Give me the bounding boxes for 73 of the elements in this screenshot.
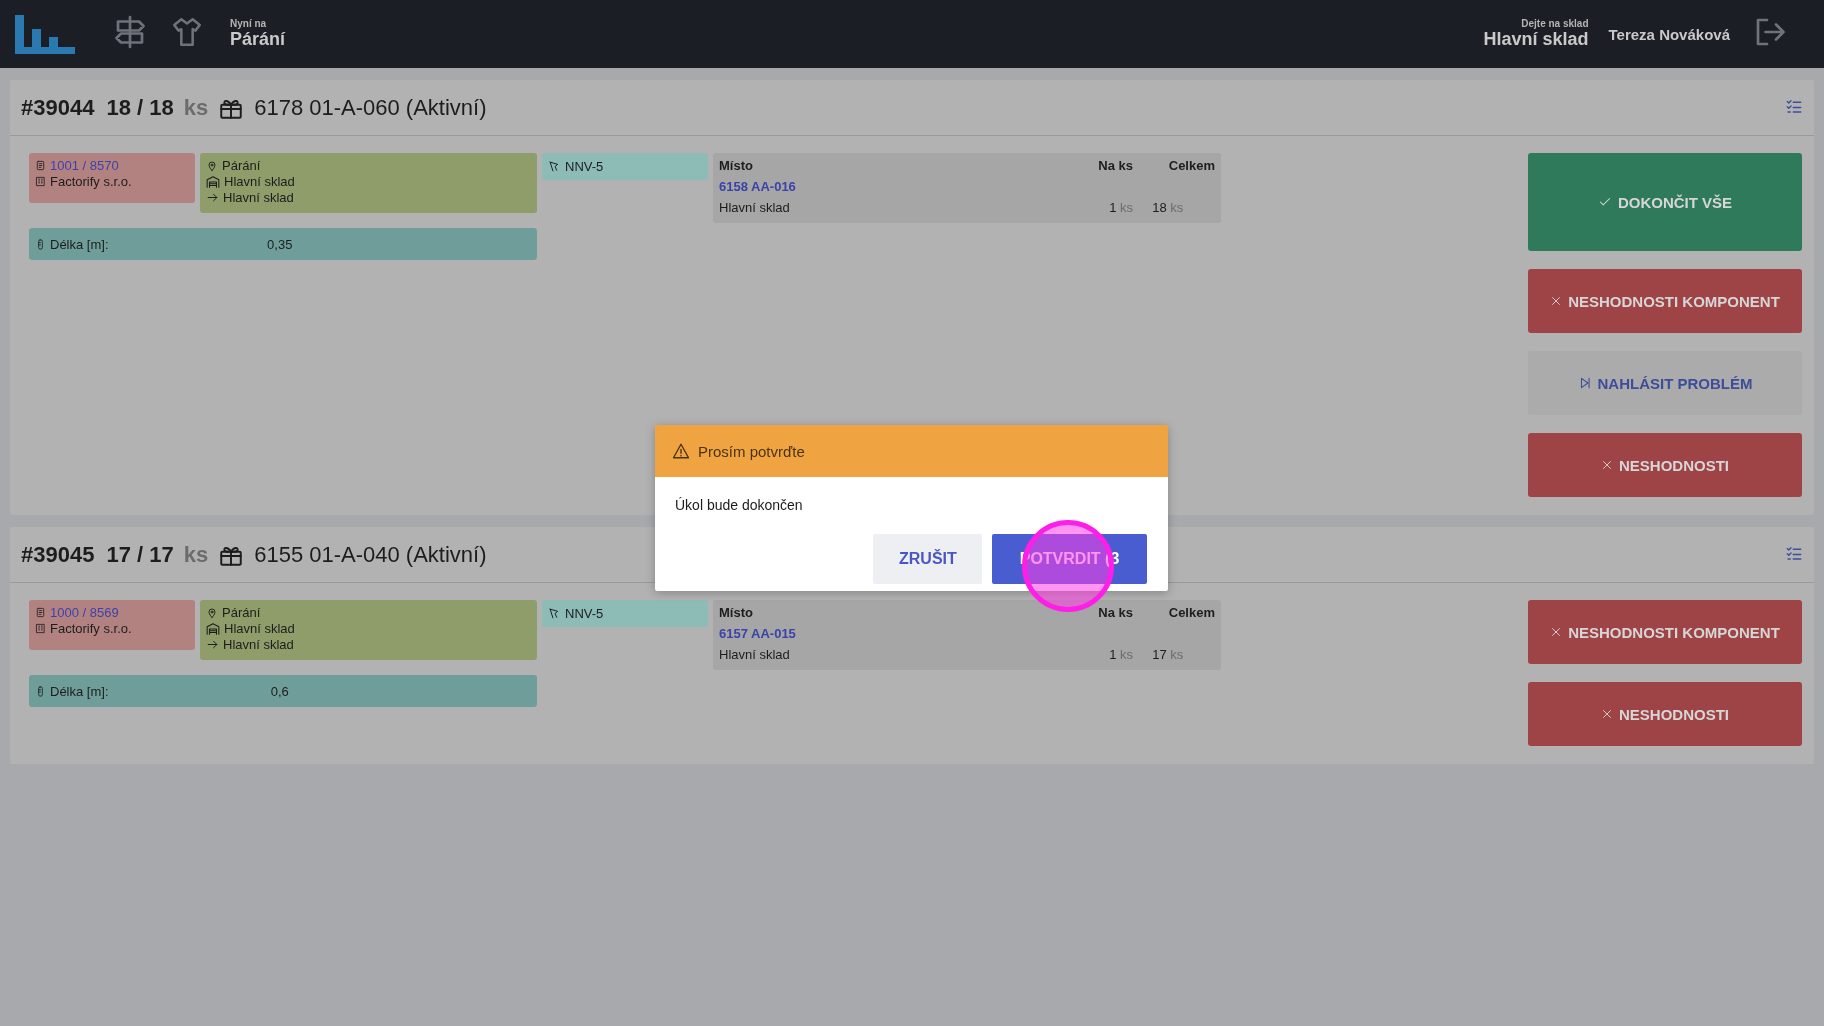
warehouse-label: Dejte na sklad	[1521, 18, 1589, 29]
warehouse-name[interactable]: Hlavní sklad	[1483, 29, 1589, 50]
shirt-icon	[170, 15, 204, 49]
target-warehouse: Hlavní sklad	[223, 637, 294, 652]
table-cell-text: 1 ks	[1108, 647, 1133, 662]
user-name: Tereza Nováková	[1608, 25, 1730, 43]
order-link[interactable]: 1000 / 8569	[50, 605, 119, 620]
operation-name: Párání	[222, 158, 261, 173]
action-button[interactable]: NAHLÁSIT PROBLÉM	[1528, 351, 1802, 415]
flag-icon	[548, 160, 561, 173]
action-button[interactable]: NESHODNOSTI KOMPONENT	[1528, 269, 1802, 333]
current-location: Párání	[230, 29, 286, 50]
quantity: 18 / 18	[106, 94, 174, 121]
location-link[interactable]: 6157 AA-015	[719, 626, 1215, 641]
check-icon	[1597, 195, 1612, 209]
signpost-icon	[112, 14, 148, 50]
order-link[interactable]: 1001 / 8570	[50, 158, 119, 173]
dialog-title: Prosím potvrďte	[698, 442, 805, 460]
dialog-message: Úkol bude dokončen	[674, 496, 804, 513]
length-value: 0,6	[270, 683, 289, 699]
source-warehouse: Hlavní sklad	[224, 621, 295, 636]
warehouse-icon	[206, 174, 220, 189]
item-title: 6178 01-A-060 (Aktivní)	[254, 94, 487, 121]
arrow-right-icon	[206, 638, 219, 651]
close-icon	[1550, 626, 1563, 638]
machine-name: NNV-5	[565, 159, 604, 174]
quantity-unit: ks	[183, 541, 209, 568]
table-cell-text: 1 ks	[1108, 200, 1133, 215]
order-number: #39044	[21, 94, 95, 121]
close-icon	[1550, 295, 1563, 307]
document-icon	[35, 160, 46, 171]
location-link[interactable]: 6158 AA-016	[719, 179, 1215, 194]
warning-icon	[672, 442, 690, 460]
pin-icon	[206, 159, 218, 172]
length-label: Délka [m]:	[50, 683, 109, 699]
close-icon	[1601, 708, 1613, 720]
company-name: Factorify s.r.o.	[50, 174, 132, 189]
ruler-icon	[35, 685, 46, 697]
arrow-right-icon	[206, 191, 219, 204]
warehouse-icon	[206, 621, 220, 636]
quantity-unit: ks	[183, 94, 209, 121]
column-header: Místo	[719, 158, 754, 173]
target-warehouse: Hlavní sklad	[223, 190, 294, 205]
building-icon	[35, 176, 46, 187]
item-title: 6155 01-A-040 (Aktivní)	[254, 541, 487, 568]
operation-name: Párání	[222, 605, 261, 620]
column-header: Místo	[719, 605, 754, 620]
cancel-button[interactable]: ZRUŠIT	[873, 534, 982, 584]
column-header: Celkem	[1167, 605, 1215, 620]
action-button[interactable]: DOKONČIT VŠE	[1528, 153, 1802, 251]
company-name: Factorify s.r.o.	[50, 621, 132, 636]
source-warehouse: Hlavní sklad	[224, 174, 295, 189]
action-button[interactable]: NESHODNOSTI	[1528, 682, 1802, 746]
length-value: 0,35	[267, 236, 293, 252]
action-button[interactable]: NESHODNOSTI	[1528, 433, 1802, 497]
column-header: Celkem	[1167, 158, 1215, 173]
ruler-icon	[35, 238, 46, 250]
column-header: Na ks	[1098, 158, 1133, 173]
order-number: #39045	[21, 541, 95, 568]
flag-icon	[548, 607, 561, 620]
table-cell-text: Hlavní sklad	[719, 200, 791, 215]
machine-name: NNV-5	[565, 606, 604, 621]
action-button[interactable]: NESHODNOSTI KOMPONENT	[1528, 600, 1802, 664]
location-label: Nyní na	[230, 18, 268, 29]
close-icon	[1601, 459, 1613, 471]
quantity: 17 / 17	[106, 541, 174, 568]
table-cell-text: Hlavní sklad	[719, 647, 791, 662]
pin-icon	[206, 606, 218, 619]
length-label: Délka [m]:	[50, 236, 109, 252]
logo-icon[interactable]	[12, 13, 78, 55]
document-icon	[35, 607, 46, 618]
column-header: Na ks	[1098, 605, 1133, 620]
building-icon	[35, 623, 46, 634]
